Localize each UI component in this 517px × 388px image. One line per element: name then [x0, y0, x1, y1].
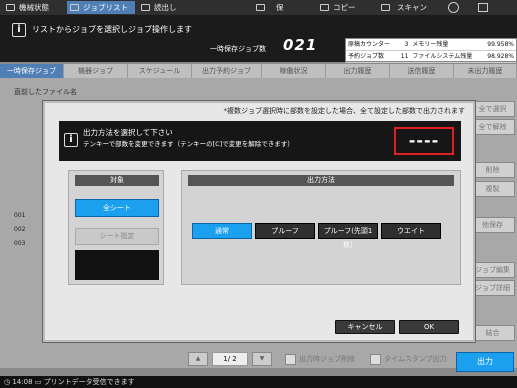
checkbox-label: 出力時ジョブ削除 [299, 355, 355, 363]
tab-machine-status[interactable]: 機械状態 [3, 1, 63, 14]
tab-output-history[interactable]: 出力履歴 [326, 64, 390, 78]
tab-unoutput-history[interactable]: 未出力履歴 [454, 64, 517, 78]
page-down-button[interactable]: ▼ [252, 352, 272, 366]
save-icon [256, 4, 265, 11]
counter-value: 99.958% [481, 39, 516, 51]
method-title: 出力方法 [188, 175, 454, 186]
printer-icon: ▭ [34, 378, 42, 386]
counter-value: 98.928% [481, 50, 516, 63]
copies-display: ---- [394, 127, 454, 155]
counter-value: 11 [397, 50, 411, 63]
tab-save[interactable]: 保存 [224, 1, 284, 25]
status-bar: ◷ 14:08 ▭ プリントデータ受信できます [0, 376, 517, 388]
counter-value: 3 [397, 39, 411, 51]
recall-icon [141, 4, 150, 11]
held-jobs-label: 一時保存ジョブ数 [210, 45, 266, 53]
all-sheets-button[interactable]: 全シート [75, 199, 159, 217]
counter-row: 原稿カウンター 3 メモリー残量 99.958% [346, 39, 516, 51]
tab-held-jobs[interactable]: 一時保存ジョブ [0, 64, 64, 78]
job-list-icon [70, 4, 79, 11]
delete-after-output-checkbox[interactable]: 出力時ジョブ削除 [285, 353, 355, 366]
method-wait-button[interactable]: ウエイト [381, 223, 441, 239]
tab-job-list[interactable]: ジョブリスト [67, 1, 135, 14]
settings-icon[interactable] [478, 3, 488, 12]
counter-label: 原稿カウンター [346, 39, 398, 51]
method-panel: 出力方法 通常 プルーフ プルーフ(先頭1枚) ウエイト [181, 170, 461, 285]
target-title: 対象 [75, 175, 159, 186]
duplicate-button[interactable]: 複製 [470, 181, 515, 197]
select-all-button[interactable]: 全で選択 [470, 101, 515, 117]
scan-icon [381, 4, 390, 11]
checkbox-box [285, 354, 296, 365]
deselect-all-button[interactable]: 全で解除 [470, 119, 515, 135]
cancel-button[interactable]: キャンセル [335, 320, 395, 334]
dialog-subinstruction: テンキーで部数を変更できます（テンキーの[C]で変更を解除できます） [83, 140, 294, 148]
pager: ▲ 1/ 2 ▼ [188, 352, 274, 366]
row-number: 002 [14, 226, 26, 233]
ok-button[interactable]: OK [399, 320, 459, 334]
clock-icon: ◷ [4, 378, 11, 386]
output-button[interactable]: 出力 [456, 352, 514, 372]
delete-button[interactable]: 削除 [470, 162, 515, 178]
status-text: プリントデータ受信できます [43, 378, 135, 386]
tab-job-list-label: ジョブリスト [83, 3, 128, 12]
job-detail-button[interactable]: ジョブ詳細 [470, 280, 515, 296]
tab-send-history[interactable]: 送信履歴 [390, 64, 454, 78]
row-number: 003 [14, 240, 26, 247]
tab-reserved-jobs[interactable]: 出力予約ジョブ [192, 64, 262, 78]
top-nav-bar: 機械状態 ジョブリスト 読出し 保存 コピー スキャン [0, 0, 517, 25]
tab-recall[interactable]: 読出し [138, 1, 193, 14]
counter-panel: 原稿カウンター 3 メモリー残量 99.958% 予約ジョブ数 11 ファイルシ… [345, 38, 517, 63]
row-number: 001 [14, 212, 26, 219]
tab-recall-label: 読出し [154, 3, 177, 12]
counter-row: 予約ジョブ数 11 ファイルシステム残量 98.928% [346, 50, 516, 63]
machine-status-icon [6, 4, 15, 11]
tab-scan-label: スキャン [397, 3, 427, 12]
job-edit-button[interactable]: ジョブ編集 [470, 262, 515, 278]
tab-copy-label: コピー [333, 3, 356, 12]
method-proof-first-button[interactable]: プルーフ(先頭1枚) [318, 223, 378, 249]
message-text: リストからジョブを選択しジョブ操作します [32, 25, 192, 34]
tab-machine-status-label: 機械状態 [19, 3, 49, 12]
tab-schedule[interactable]: スケジュール [128, 64, 192, 78]
checkbox-label: タイムスタンプ出力 [384, 355, 447, 363]
page-up-button[interactable]: ▲ [188, 352, 208, 366]
dialog-instruction: 出力方法を選択して下さい [83, 128, 173, 137]
tab-scan[interactable]: スキャン [373, 1, 439, 14]
combine-button[interactable]: 結合 [470, 325, 515, 341]
page-indicator: 1/ 2 [212, 352, 248, 366]
status-time: 14:08 [12, 378, 33, 386]
info-icon: i [12, 23, 26, 37]
output-method-dialog: *複数ジョブ選択時に部数を設定した場合、全て設定した部数で出力されます i 出力… [43, 101, 475, 342]
counter-label: 予約ジョブ数 [346, 50, 398, 63]
counter-label: ファイルシステム残量 [410, 50, 482, 63]
other-save-button[interactable]: 他保存 [470, 217, 515, 233]
dialog-caption: *複数ジョブ選択時に部数を設定した場合、全て設定した部数で出力されます [223, 107, 466, 115]
list-header: 直前したファイル名 [14, 88, 77, 96]
checkbox-box [370, 354, 381, 365]
timestamp-output-checkbox[interactable]: タイムスタンプ出力 [370, 353, 447, 366]
sheet-range-display [75, 250, 159, 280]
dialog-header: i 出力方法を選択して下さい テンキーで部数を変更できます（テンキーの[C]で変… [59, 121, 461, 161]
copy-icon [320, 4, 329, 11]
tab-operation-status[interactable]: 稼働状況 [262, 64, 326, 78]
method-proof-button[interactable]: プルーフ [255, 223, 315, 239]
job-category-tabs: 一時保存ジョブ 機器ジョブ スケジュール 出力予約ジョブ 稼働状況 出力履歴 送… [0, 64, 517, 78]
counter-label: メモリー残量 [410, 39, 482, 51]
target-panel: 対象 全シート シート指定 [68, 170, 164, 285]
method-normal-button[interactable]: 通常 [192, 223, 252, 239]
sheet-specify-button[interactable]: シート指定 [75, 228, 159, 245]
tab-copy[interactable]: コピー [317, 1, 377, 14]
globe-icon[interactable] [448, 2, 459, 13]
tab-machine-jobs[interactable]: 機器ジョブ [64, 64, 128, 78]
info-icon: i [64, 133, 78, 147]
held-jobs-count: 021 [283, 36, 318, 54]
